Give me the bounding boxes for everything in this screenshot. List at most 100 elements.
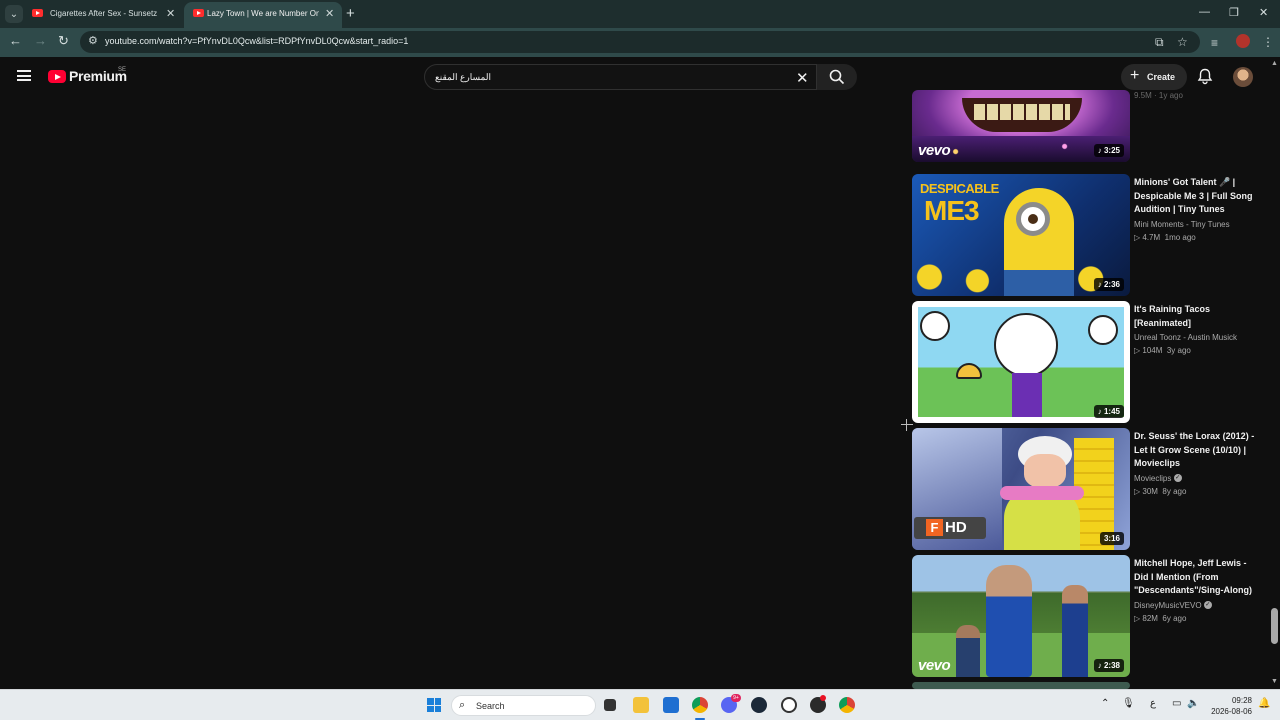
scroll-up-icon[interactable]: ▲ <box>1271 60 1278 67</box>
reload-button[interactable]: ↻ <box>58 33 69 49</box>
troll-face-art <box>920 311 950 341</box>
list-item[interactable]: vevo ♪ 2:38 Mitchell Hope, Jeff Lewis - … <box>912 555 1262 677</box>
windows-start-icon[interactable] <box>427 698 441 712</box>
profile-avatar[interactable] <box>1236 34 1250 48</box>
thumbnail-art <box>974 104 1070 120</box>
chrome-icon[interactable] <box>839 697 855 713</box>
cartoon-body-art <box>1012 373 1042 417</box>
network-icon[interactable]: ▭ <box>1172 698 1181 709</box>
video-title[interactable]: Mitchell Hope, Jeff Lewis - Did I Mentio… <box>1134 557 1259 598</box>
tab-title: Lazy Town | We are Number One <box>207 9 319 18</box>
video-thumbnail[interactable]: vevo ♪ 2:38 <box>912 555 1130 677</box>
system-clock[interactable]: 09:28 2026-08-06 <box>1208 695 1252 717</box>
task-view-icon[interactable] <box>604 699 616 711</box>
url-text[interactable]: youtube.com/watch?v=PfYnvDL0Qcw&list=RDP… <box>105 36 408 46</box>
vevo-logo: vevo <box>918 657 951 674</box>
video-stats: ▷ 82M 6y ago <box>1134 613 1187 623</box>
scroll-down-icon[interactable]: ▼ <box>1271 678 1278 685</box>
taskbar-search-box[interactable]: ⌕ Search <box>451 695 596 716</box>
steam-icon[interactable] <box>751 697 767 713</box>
video-meta: Mitchell Hope, Jeff Lewis - Did I Mentio… <box>1134 557 1259 626</box>
list-item[interactable]: F HD 3:16 Dr. Seuss' the Lorax (2012) - L… <box>912 428 1262 550</box>
tab-cigarettes-after-sex[interactable]: Cigarettes After Sex - Sunsetz ✕ <box>18 2 183 28</box>
tray-overflow-icon[interactable]: ⌃ <box>1101 698 1109 709</box>
close-window-icon[interactable]: ✕ <box>1259 6 1268 19</box>
video-title[interactable]: Minions' Got Talent 🎤 | Despicable Me 3 … <box>1134 176 1259 217</box>
fandango-icon: F <box>926 519 943 536</box>
clock-date: 2026-08-06 <box>1211 707 1252 716</box>
channel-name[interactable]: Movieclips ✓ <box>1134 473 1259 485</box>
list-item[interactable] <box>912 682 1262 689</box>
input-language[interactable]: ع <box>1150 698 1156 709</box>
bookmark-star-icon[interactable]: ☆ <box>1177 35 1188 49</box>
video-thumbnail[interactable]: F HD 3:16 <box>912 428 1130 550</box>
search-button[interactable] <box>817 64 857 90</box>
settings-gear-icon[interactable] <box>781 697 797 713</box>
media-control-icon[interactable]: ≡ <box>1211 36 1218 50</box>
search-icon <box>829 69 845 85</box>
create-button[interactable]: + Create <box>1121 64 1187 90</box>
file-explorer-icon[interactable] <box>633 697 649 713</box>
minimize-icon[interactable]: — <box>1199 6 1210 18</box>
forward-button[interactable]: → <box>34 33 47 48</box>
guide-menu-icon[interactable] <box>17 70 31 81</box>
grammy-face-art <box>1024 454 1066 488</box>
video-meta: 9.5M · 1y ago <box>1134 89 1259 103</box>
windows-taskbar: ⌕ Search 9+ ⌃ 🎙 ع ▭ 🔈 09:28 2026-08-06 🔔 <box>0 689 1280 720</box>
address-bar[interactable]: ⚙ youtube.com/watch?v=PfYnvDL0Qcw&list=R… <box>80 31 1200 53</box>
video-stats: 9.5M · 1y ago <box>1134 91 1183 100</box>
new-tab-button[interactable]: + <box>346 5 355 22</box>
singer-art <box>1062 585 1088 677</box>
chrome-menu-icon[interactable]: ⋮ <box>1262 35 1274 49</box>
tab-close-icon[interactable]: ✕ <box>325 2 334 26</box>
microphone-icon[interactable]: 🎙 <box>1122 698 1135 709</box>
account-avatar[interactable] <box>1233 67 1253 87</box>
hd-badge: F HD <box>914 517 986 539</box>
duration-badge: ♪ 2:38 <box>1093 659 1124 672</box>
list-item[interactable]: ♪ 1:45 It's Raining Tacos [Reanimated] U… <box>912 301 1262 423</box>
video-meta: Minions' Got Talent 🎤 | Despicable Me 3 … <box>1134 176 1259 245</box>
notification-badge: 9+ <box>731 694 741 702</box>
country-code: SE <box>118 67 127 73</box>
install-app-icon[interactable]: ⧉ <box>1155 35 1164 50</box>
youtube-favicon-icon <box>193 9 204 17</box>
notifications-bell-icon[interactable] <box>1197 68 1213 85</box>
duration-badge: ♪ 1:45 <box>1093 405 1124 418</box>
microsoft-store-icon[interactable] <box>663 697 679 713</box>
tab-close-icon[interactable]: ✕ <box>166 2 175 26</box>
video-thumbnail[interactable]: ♪ 1:45 <box>912 301 1130 423</box>
search-query[interactable]: المسارع المقنع <box>435 72 491 83</box>
list-item[interactable]: DESPICABLE ME3 ♪ 2:36 Minions' Got Talen… <box>912 174 1262 296</box>
back-button[interactable]: ← <box>9 33 22 48</box>
video-title[interactable]: Dr. Seuss' the Lorax (2012) - Let It Gro… <box>1134 430 1259 471</box>
video-title[interactable]: It's Raining Tacos [Reanimated] <box>1134 303 1259 330</box>
video-thumbnail[interactable] <box>912 682 1130 689</box>
site-info-icon[interactable]: ⚙ <box>88 34 98 47</box>
video-thumbnail[interactable]: vevo ♪ 3:25 <box>912 90 1130 162</box>
channel-name[interactable]: DisneyMusicVEVO ✓ <box>1134 600 1259 612</box>
list-item[interactable]: vevo ♪ 3:25 9.5M · 1y ago <box>912 90 1262 168</box>
clear-search-icon[interactable]: ✕ <box>796 69 809 87</box>
minion-art <box>1028 214 1038 224</box>
youtube-logo-icon[interactable] <box>48 70 66 83</box>
singer-art <box>986 565 1032 677</box>
vevo-logo: vevo <box>918 142 951 159</box>
scrollbar-thumb[interactable] <box>1271 608 1278 644</box>
restore-icon[interactable]: ❐ <box>1229 6 1239 19</box>
tab-lazy-town[interactable]: Lazy Town | We are Number One ✕ <box>184 2 342 28</box>
channel-name[interactable]: Mini Moments - Tiny Tunes <box>1134 219 1259 231</box>
cartoon-head-art <box>994 313 1058 377</box>
duration-badge: 3:16 <box>1099 532 1124 545</box>
chrome-icon[interactable] <box>692 697 708 713</box>
search-icon: ⌕ <box>459 699 466 711</box>
search-input[interactable]: المسارع المقنع ✕ <box>424 64 817 90</box>
notifications-icon[interactable]: 🔔 <box>1258 698 1270 709</box>
volume-icon[interactable]: 🔈 <box>1187 698 1199 709</box>
youtube-favicon-icon <box>32 9 43 17</box>
channel-name[interactable]: Unreal Toonz - Austin Musick <box>1134 332 1259 344</box>
thumbnail-title-art: ME3 <box>924 195 980 226</box>
verified-badge-icon: ✓ <box>1173 474 1182 483</box>
verified-badge-icon: ✓ <box>1203 601 1212 610</box>
video-thumbnail[interactable]: DESPICABLE ME3 ♪ 2:36 <box>912 174 1130 296</box>
duration-badge: ♪ 3:25 <box>1093 144 1124 157</box>
